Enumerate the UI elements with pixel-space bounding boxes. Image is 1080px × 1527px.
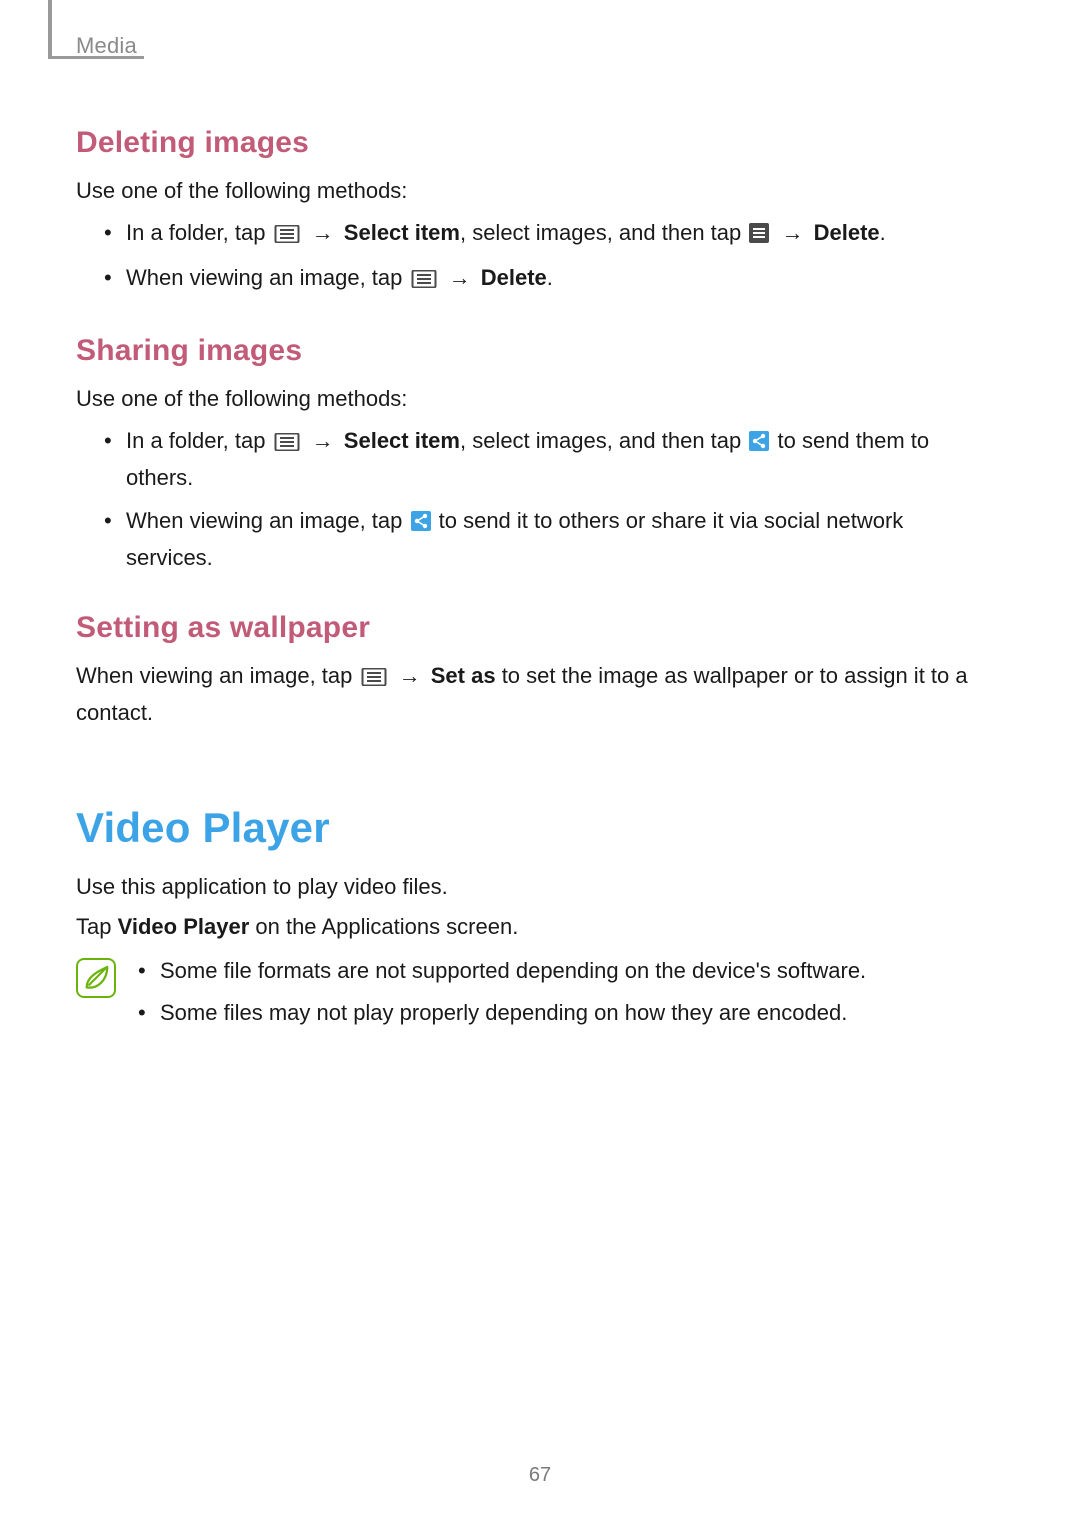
video-intro-2: Tap Video Player on the Applications scr… [76,910,970,944]
arrow-icon: → [445,265,481,290]
text: In a folder, tap [126,428,272,453]
arrow-icon: → [778,220,814,245]
note-block: Some file formats are not supported depe… [76,954,970,1046]
share-icon [749,427,769,461]
heading-deleting-images: Deleting images [76,126,970,160]
menu-outline-icon [361,662,387,696]
arrow-icon: → [395,663,431,688]
video-intro-1: Use this application to play video files… [76,870,970,904]
text: When viewing an image, tap [76,663,359,688]
heading-video-player: Video Player [76,804,970,852]
text: . [547,265,553,290]
text: Tap [76,914,118,939]
text: . [880,220,886,245]
list-item: In a folder, tap → Select item, select i… [108,216,970,253]
bold-text: Select item [344,220,460,245]
deleting-bullet-list: In a folder, tap → Select item, select i… [76,216,970,298]
bold-text: Video Player [118,914,250,939]
note-bullet-list: Some file formats are not supported depe… [134,954,866,1038]
arrow-icon: → [308,428,344,453]
header-tab-border-vertical [48,0,52,56]
list-item: When viewing an image, tap → Delete. [108,261,970,298]
list-item: In a folder, tap → Select item, select i… [108,424,970,495]
text: on the Applications screen. [249,914,518,939]
sharing-bullet-list: In a folder, tap → Select item, select i… [76,424,970,574]
menu-filled-icon [749,219,769,253]
bold-text: Set as [431,663,496,688]
heading-sharing-images: Sharing images [76,334,970,368]
text: , select images, and then tap [460,220,747,245]
list-item: Some file formats are not supported depe… [142,954,866,988]
sharing-intro: Use one of the following methods: [76,382,970,416]
bold-text: Delete [481,265,547,290]
share-icon [411,507,431,541]
list-item: When viewing an image, tap to send it to… [108,504,970,575]
breadcrumb: Media [76,33,137,59]
text: , select images, and then tap [460,428,747,453]
heading-setting-wallpaper: Setting as wallpaper [76,611,970,645]
text: When viewing an image, tap [126,508,409,533]
menu-outline-icon [274,427,300,461]
bold-text: Select item [344,428,460,453]
text: In a folder, tap [126,220,272,245]
note-leaf-icon [76,958,116,998]
menu-outline-icon [274,219,300,253]
deleting-intro: Use one of the following methods: [76,174,970,208]
arrow-icon: → [308,220,344,245]
page-content: Deleting images Use one of the following… [76,126,970,1046]
text: When viewing an image, tap [126,265,409,290]
menu-outline-icon [411,264,437,298]
page-number: 67 [0,1464,1080,1487]
bold-text: Delete [814,220,880,245]
wallpaper-paragraph: When viewing an image, tap → Set as to s… [76,659,970,730]
list-item: Some files may not play properly dependi… [142,996,866,1030]
